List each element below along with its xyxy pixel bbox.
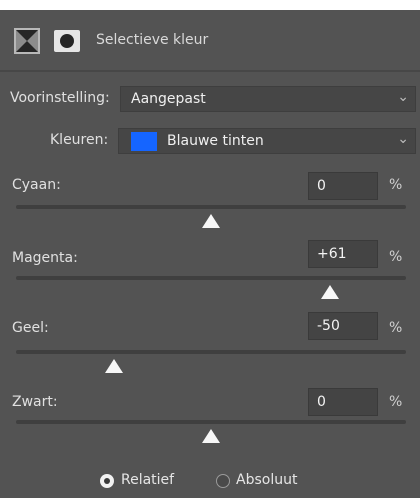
cyan-slider-track[interactable] bbox=[16, 205, 406, 209]
preset-dropdown[interactable]: Aangepast ⌄ bbox=[120, 86, 416, 112]
panel-header: Selectieve kleur bbox=[0, 10, 420, 70]
absolute-radio-label: Absoluut bbox=[236, 472, 298, 488]
cyan-value-field[interactable]: 0 bbox=[308, 172, 378, 200]
preset-value: Aangepast bbox=[131, 91, 206, 107]
magenta-slider-track[interactable] bbox=[16, 276, 406, 280]
yellow-value-field[interactable]: -50 bbox=[308, 312, 378, 340]
black-label: Zwart: bbox=[12, 394, 58, 410]
magenta-label: Magenta: bbox=[12, 250, 78, 266]
radio-selected-icon bbox=[100, 474, 114, 488]
black-slider-track[interactable] bbox=[16, 420, 406, 424]
color-swatch bbox=[131, 132, 157, 151]
black-percent-unit: % bbox=[389, 394, 403, 410]
magenta-value-field[interactable]: +61 bbox=[308, 240, 378, 268]
cyan-label: Cyaan: bbox=[12, 177, 61, 193]
layer-mask-icon[interactable] bbox=[54, 30, 80, 52]
colors-value: Blauwe tinten bbox=[167, 133, 264, 149]
panel-title: Selectieve kleur bbox=[96, 32, 209, 48]
magenta-percent-unit: % bbox=[389, 249, 403, 265]
magenta-value: +61 bbox=[317, 246, 347, 262]
yellow-label: Geel: bbox=[12, 320, 49, 336]
black-value: 0 bbox=[317, 394, 326, 410]
relative-radio-label: Relatief bbox=[121, 472, 175, 488]
yellow-slider-track[interactable] bbox=[16, 350, 406, 354]
header-divider bbox=[0, 70, 420, 72]
chevron-down-icon: ⌄ bbox=[397, 89, 409, 105]
preset-label: Voorinstelling: bbox=[10, 90, 110, 106]
selective-color-adjustment-icon[interactable] bbox=[14, 28, 40, 54]
cyan-percent-unit: % bbox=[389, 177, 403, 193]
yellow-percent-unit: % bbox=[389, 320, 403, 336]
properties-panel: Selectieve kleur Voorinstelling: Aangepa… bbox=[0, 10, 420, 498]
colors-label: Kleuren: bbox=[50, 132, 109, 148]
cyan-value: 0 bbox=[317, 178, 326, 194]
colors-dropdown[interactable]: Blauwe tinten ⌄ bbox=[118, 128, 416, 154]
chevron-down-icon: ⌄ bbox=[397, 131, 409, 147]
black-value-field[interactable]: 0 bbox=[308, 388, 378, 416]
radio-unselected-icon bbox=[216, 474, 230, 488]
yellow-value: -50 bbox=[317, 318, 340, 334]
